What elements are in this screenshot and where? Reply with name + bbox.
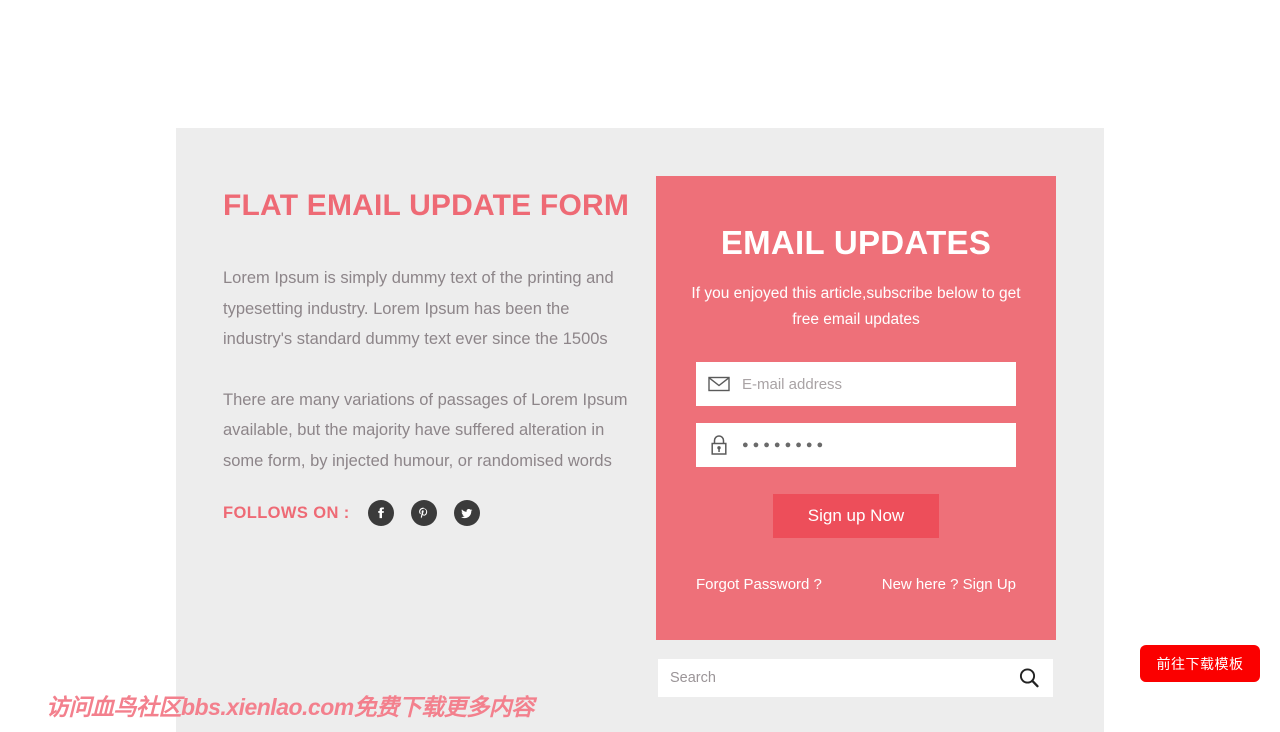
envelope-icon [696,376,742,392]
intro-paragraph-1: Lorem Ipsum is simply dummy text of the … [223,269,614,348]
follows-on-label: FOLLOWS ON : [223,503,350,522]
twitter-icon[interactable] [453,500,480,526]
lock-icon [696,434,742,456]
panel-links-row: Forgot Password ? New here ? Sign Up [696,576,1016,593]
intro-paragraph-2: There are many variations of passages of… [223,390,628,470]
pinterest-icon[interactable] [410,500,437,526]
download-template-button[interactable]: 前往下载模板 [1140,645,1260,682]
sign-up-button[interactable]: Sign up Now [773,494,939,538]
sign-up-link[interactable]: New here ? Sign Up [882,576,1016,593]
panel-title: EMAIL UPDATES [720,224,992,261]
search-bar[interactable] [658,659,1053,697]
password-masked-value: ●●●●●●●● [742,439,828,451]
facebook-icon[interactable] [367,500,394,526]
content-card: FLAT EMAIL UPDATE FORM Lorem Ipsum is si… [176,128,1104,732]
forgot-password-link[interactable]: Forgot Password ? [696,576,822,593]
follows-on-row: FOLLOWS ON : [223,500,643,526]
search-input[interactable] [668,660,1005,696]
email-input[interactable] [742,363,1016,405]
panel-subtitle: If you enjoyed this article,subscribe be… [691,285,1021,328]
email-field[interactable] [696,362,1016,406]
left-column: FLAT EMAIL UPDATE FORM Lorem Ipsum is si… [223,188,643,526]
email-updates-panel: EMAIL UPDATES If you enjoyed this articl… [656,176,1056,640]
password-field[interactable]: ●●●●●●●● [696,423,1016,467]
watermark-text: 访问血鸟社区bbs.xienlao.com免费下载更多内容 [46,694,534,720]
page-title: FLAT EMAIL UPDATE FORM [223,189,630,222]
search-icon[interactable] [1005,666,1053,690]
